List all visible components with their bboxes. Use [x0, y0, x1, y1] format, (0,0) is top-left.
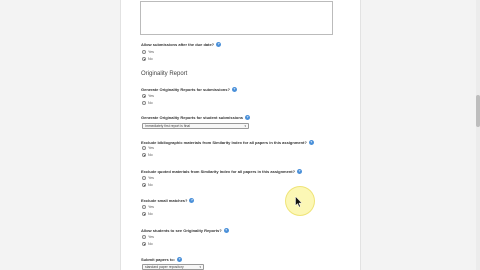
select-value: Immediately first report is final — [145, 124, 191, 128]
see-reports-no-option[interactable]: No — [142, 242, 153, 247]
report-timing-label: Generate Originality Reports for student… — [141, 115, 251, 121]
submit-papers-label: Submit papers to:? — [141, 257, 183, 263]
radio-button[interactable] — [142, 212, 146, 217]
option-label: No — [148, 57, 153, 61]
question-text: Submit papers to: — [141, 257, 176, 262]
generate-yes-option[interactable]: Yes — [142, 94, 154, 99]
option-label: Yes — [148, 94, 154, 98]
help-icon[interactable]: ? — [308, 140, 314, 146]
option-label: Yes — [148, 146, 154, 150]
option-label: No — [148, 212, 153, 216]
bibliographic-no-option[interactable]: No — [142, 153, 153, 158]
help-icon[interactable]: ? — [245, 115, 251, 121]
small-matches-yes-option[interactable]: Yes — [142, 205, 154, 210]
option-label: Yes — [148, 235, 154, 239]
radio-button[interactable] — [142, 50, 146, 55]
question-text: Generate Originality Reports for submiss… — [141, 87, 230, 92]
small-matches-no-option[interactable]: No — [142, 212, 153, 217]
help-icon[interactable]: ? — [223, 228, 229, 234]
radio-button[interactable] — [142, 205, 146, 210]
option-label: No — [148, 101, 153, 105]
instructions-textarea[interactable] — [140, 1, 333, 35]
select-value: standard paper repository — [145, 265, 184, 269]
quoted-no-option[interactable]: No — [142, 183, 153, 188]
help-icon[interactable]: ? — [189, 198, 195, 204]
option-label: Yes — [148, 205, 154, 209]
students-see-reports-label: Allow students to see Originality Report… — [141, 228, 229, 234]
question-text: Generate Originality Reports for student… — [141, 115, 244, 120]
question-text: Allow submissions after the due date? — [141, 42, 215, 47]
exclude-bibliographic-label: Exclude bibliographic materials from Sim… — [141, 140, 314, 146]
chevron-down-icon: ▾ — [199, 265, 201, 269]
option-label: Yes — [148, 176, 154, 180]
see-reports-yes-option[interactable]: Yes — [142, 235, 154, 240]
allow-late-submissions-label: Allow submissions after the due date?? — [141, 42, 222, 48]
option-label: Yes — [148, 50, 154, 54]
exclude-small-matches-label: Exclude small matches?? — [141, 198, 195, 204]
radio-button[interactable] — [142, 235, 146, 240]
option-label: No — [148, 183, 153, 187]
generate-reports-label: Generate Originality Reports for submiss… — [141, 87, 237, 93]
radio-button[interactable] — [142, 242, 146, 247]
report-timing-select[interactable]: Immediately first report is final ▾ — [142, 123, 249, 129]
radio-button[interactable] — [142, 176, 146, 181]
exclude-quoted-label: Exclude quoted materials from Similarity… — [141, 169, 303, 175]
radio-button[interactable] — [142, 153, 146, 158]
question-text: Exclude quoted materials from Similarity… — [141, 169, 296, 174]
section-title: Originality Report — [141, 71, 188, 77]
page-scrollbar[interactable] — [476, 0, 480, 270]
late-yes-option[interactable]: Yes — [142, 50, 154, 55]
question-text: Exclude bibliographic materials from Sim… — [141, 140, 307, 145]
help-icon[interactable]: ? — [177, 257, 183, 263]
scrollbar-thumb[interactable] — [476, 95, 480, 127]
quoted-yes-option[interactable]: Yes — [142, 176, 154, 181]
mouse-pointer-icon — [295, 196, 303, 208]
radio-button[interactable] — [142, 101, 146, 106]
option-label: No — [148, 242, 153, 246]
chevron-down-icon: ▾ — [244, 124, 246, 128]
late-no-option[interactable]: No — [142, 57, 153, 62]
radio-button[interactable] — [142, 146, 146, 151]
generate-no-option[interactable]: No — [142, 101, 153, 106]
radio-button[interactable] — [142, 183, 146, 188]
help-icon[interactable]: ? — [216, 42, 222, 48]
option-label: No — [148, 153, 153, 157]
help-icon[interactable]: ? — [297, 169, 303, 175]
radio-button[interactable] — [142, 57, 146, 62]
radio-button[interactable] — [142, 94, 146, 99]
question-text: Allow students to see Originality Report… — [141, 228, 222, 233]
repository-select[interactable]: standard paper repository ▾ — [142, 264, 204, 270]
help-icon[interactable]: ? — [231, 87, 237, 93]
question-text: Exclude small matches? — [141, 198, 188, 203]
bibliographic-yes-option[interactable]: Yes — [142, 146, 154, 151]
